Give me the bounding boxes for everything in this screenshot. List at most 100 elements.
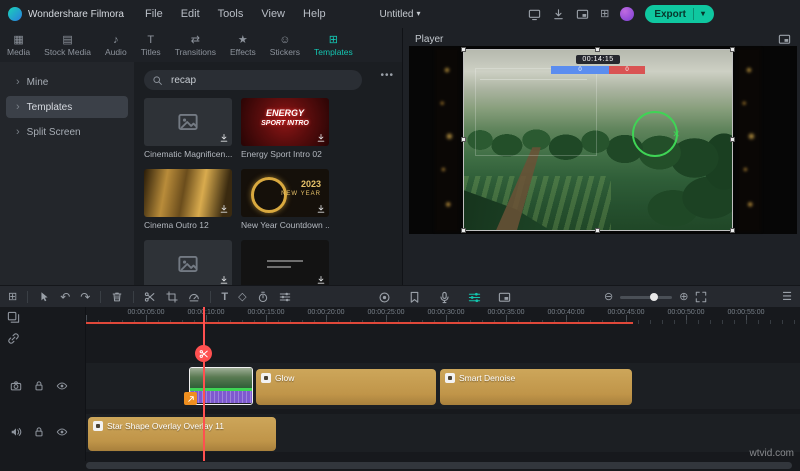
template-card[interactable]: Cinema Outro 12	[144, 169, 232, 230]
template-thumbnail[interactable]: 2023 NEW YEAR	[241, 169, 329, 217]
export-chevron-icon[interactable]: ▾	[701, 10, 705, 18]
download-icon[interactable]	[219, 204, 229, 214]
resize-handle[interactable]	[730, 137, 735, 142]
zoom-slider[interactable]	[620, 293, 673, 301]
resize-handle[interactable]	[461, 228, 466, 233]
template-card[interactable]	[144, 240, 232, 285]
resize-handle[interactable]	[461, 47, 466, 52]
undo-icon[interactable]: ↶	[60, 291, 70, 303]
download-icon[interactable]	[316, 204, 326, 214]
display-icon[interactable]	[528, 8, 541, 21]
download-icon[interactable]	[316, 275, 326, 285]
tab-audio[interactable]: ♪ Audio	[98, 28, 134, 62]
video-preview[interactable]: ✕ 00:14:15 0 0	[461, 47, 735, 233]
add-text-icon[interactable]: T	[221, 291, 228, 303]
layers-icon[interactable]	[7, 311, 20, 324]
tab-label: Effects	[229, 46, 256, 57]
template-thumbnail[interactable]	[144, 240, 232, 285]
manage-tracks-icon[interactable]: ⊞	[8, 291, 17, 303]
avatar[interactable]	[620, 7, 635, 21]
audio-mixer-icon[interactable]	[468, 291, 481, 304]
template-thumbnail[interactable]	[144, 169, 232, 217]
screen-record-icon[interactable]	[378, 291, 391, 304]
menu-view[interactable]: View	[252, 8, 294, 20]
template-thumbnail[interactable]: ENERGY SPORT INTRO	[241, 98, 329, 146]
mute-speaker-icon[interactable]	[10, 426, 22, 438]
project-title-dropdown[interactable]: Untitled ▾	[380, 9, 421, 20]
zoom-fit-icon[interactable]	[695, 291, 707, 303]
menu-file[interactable]: File	[136, 8, 172, 20]
search-icon	[152, 75, 163, 86]
download-icon[interactable]	[316, 133, 326, 143]
keyframe-icon[interactable]: ◇	[238, 291, 246, 303]
more-options-button[interactable]: •••	[380, 70, 394, 81]
resize-handle[interactable]	[595, 228, 600, 233]
menu-tools[interactable]: Tools	[209, 8, 253, 20]
template-thumbnail[interactable]	[241, 240, 329, 285]
tab-titles[interactable]: T Titles	[134, 28, 168, 62]
link-clips-icon[interactable]	[7, 332, 20, 345]
tab-templates[interactable]: ⊞ Templates	[307, 28, 360, 62]
tab-transitions[interactable]: ⇄ Transitions	[168, 28, 223, 62]
download-icon[interactable]	[219, 275, 229, 285]
x-handle-icon[interactable]: ✕	[672, 129, 682, 139]
eye-icon[interactable]	[56, 426, 68, 438]
effect-clip-smart-denoise[interactable]: Smart Denoise	[440, 369, 632, 405]
resize-handle[interactable]	[461, 137, 466, 142]
preview-window-icon[interactable]	[778, 33, 791, 46]
tab-media[interactable]: ▦ Media	[0, 28, 37, 62]
grid-icon[interactable]: ⊞	[600, 8, 609, 20]
search-input[interactable]	[169, 73, 323, 87]
sidebar-item-split-screen[interactable]: › Split Screen	[6, 121, 128, 143]
tab-label: Titles	[140, 46, 161, 57]
sidebar-item-mine[interactable]: › Mine	[6, 71, 128, 93]
zoom-slider-handle[interactable]	[650, 293, 659, 301]
split-icon[interactable]	[144, 291, 156, 303]
horizontal-scrollbar[interactable]	[86, 462, 792, 469]
eye-icon[interactable]	[56, 380, 68, 392]
timer-icon[interactable]	[257, 291, 269, 303]
tab-stock-media[interactable]: ▤ Stock Media	[37, 28, 98, 62]
divider	[133, 291, 135, 303]
redo-icon[interactable]: ↷	[80, 291, 90, 303]
pointer-tool-icon[interactable]	[38, 291, 50, 303]
crop-icon[interactable]	[166, 291, 178, 303]
search-bar[interactable]	[144, 70, 362, 90]
tab-stickers[interactable]: ☺ Stickers	[263, 28, 307, 62]
resize-handle[interactable]	[730, 47, 735, 52]
template-card[interactable]: 2023 NEW YEAR New Year Countdown ...	[241, 169, 329, 230]
resize-handle[interactable]	[595, 47, 600, 52]
template-thumbnail[interactable]	[144, 98, 232, 146]
delete-icon[interactable]	[111, 291, 123, 303]
layout-icon[interactable]	[576, 8, 589, 21]
sidebar-item-templates[interactable]: › Templates	[6, 96, 128, 118]
marker-icon[interactable]	[408, 291, 421, 304]
speed-icon[interactable]	[188, 291, 200, 303]
render-preview-icon[interactable]	[498, 291, 511, 304]
menu-edit[interactable]: Edit	[172, 8, 209, 20]
transition-badge[interactable]	[184, 392, 197, 405]
track-camera-icon[interactable]	[10, 380, 22, 392]
playhead[interactable]	[203, 307, 205, 461]
zoom-in-icon[interactable]: ⊕	[679, 291, 688, 303]
resize-handle[interactable]	[730, 228, 735, 233]
template-card[interactable]: ENERGY SPORT INTRO Energy Sport Intro 02	[241, 98, 329, 159]
track-manager-icon[interactable]: ☰	[782, 291, 792, 303]
effect-clip-glow[interactable]: Glow	[256, 369, 436, 405]
export-button[interactable]: Export ▾	[645, 5, 714, 23]
selected-video-clip[interactable]	[189, 367, 253, 405]
lock-icon[interactable]	[33, 426, 45, 438]
voiceover-mic-icon[interactable]	[438, 291, 451, 304]
lock-icon[interactable]	[33, 380, 45, 392]
tab-effects[interactable]: ★ Effects	[223, 28, 263, 62]
playhead-split-button[interactable]	[195, 345, 212, 362]
overlay-clip-star-shape[interactable]: Star Shape Overlay Overlay 11	[88, 417, 276, 451]
titles-icon: T	[147, 33, 155, 46]
template-card[interactable]: Cinematic Magnificen...	[144, 98, 232, 159]
adjust-icon[interactable]	[279, 291, 291, 303]
template-card[interactable]	[241, 240, 329, 285]
zoom-out-icon[interactable]: ⊖	[604, 291, 613, 303]
menu-help[interactable]: Help	[294, 8, 335, 20]
save-icon[interactable]	[552, 8, 565, 21]
download-icon[interactable]	[219, 133, 229, 143]
